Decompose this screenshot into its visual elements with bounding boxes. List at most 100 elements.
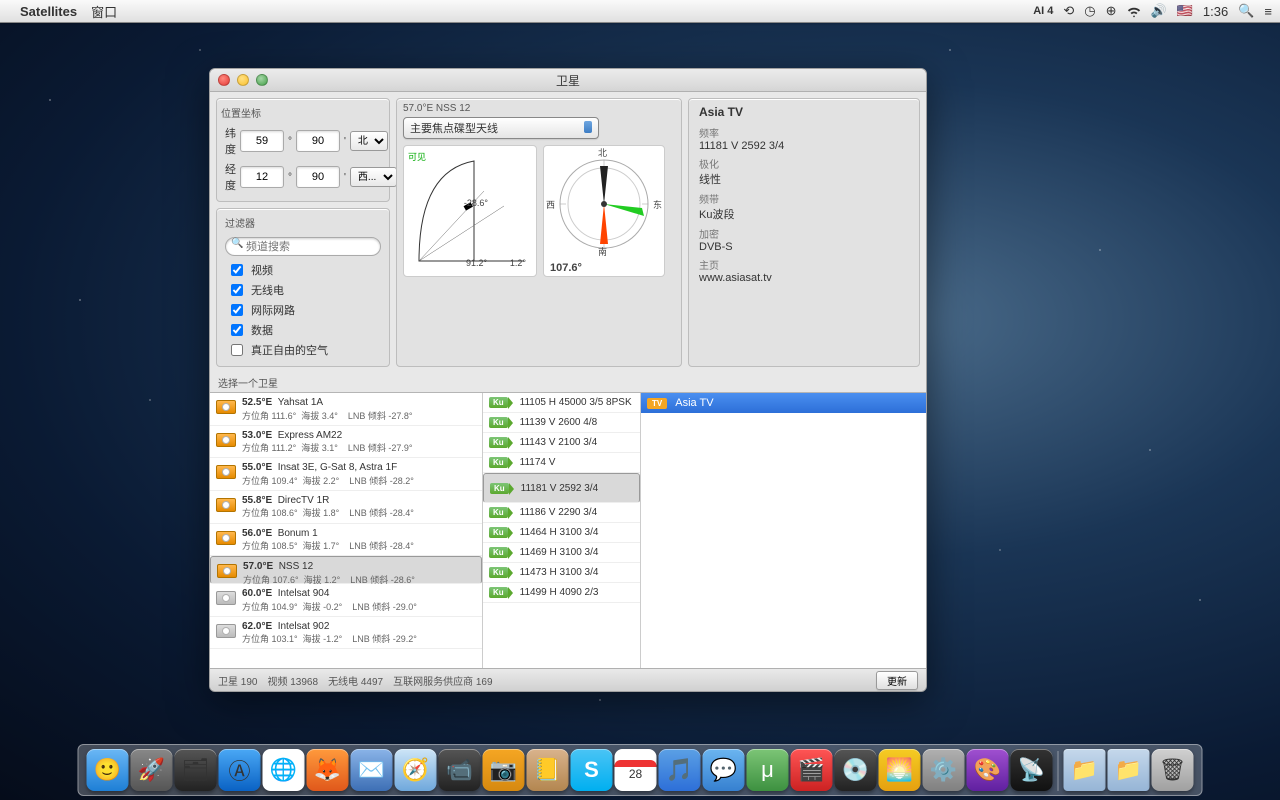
launchpad-icon[interactable]: 🚀 <box>131 749 173 791</box>
timemachine-icon[interactable]: ◷ <box>1084 3 1095 19</box>
transponder-row[interactable]: Ku11186 V 2290 3/4 <box>483 503 640 523</box>
satellite-row[interactable]: 55.0°E Insat 3E, G-Sat 8, Astra 1F方位角 10… <box>210 458 482 491</box>
satellite-row[interactable]: 52.5°E Yahsat 1A方位角 111.6° 海拔 3.4° LNB 倾… <box>210 393 482 426</box>
visibility-icon[interactable] <box>217 564 237 578</box>
satellites-app-icon[interactable]: 📡 <box>1011 749 1053 791</box>
chk-fta[interactable] <box>231 344 243 356</box>
filter-title: 过滤器 <box>225 215 389 230</box>
satellite-row[interactable]: 55.8°E DirecTV 1R方位角 108.6° 海拔 1.8° LNB … <box>210 491 482 524</box>
ku-badge-icon: Ku <box>489 547 508 558</box>
lon-dir[interactable]: 西... <box>350 167 397 187</box>
sat-header: 57.0°E NSS 12 <box>403 103 675 114</box>
window-title: 卫星 <box>556 72 580 89</box>
mission-control-icon[interactable]: 🗂 <box>175 749 217 791</box>
lon-max[interactable] <box>296 166 340 188</box>
channel-list[interactable]: TV Asia TV <box>641 393 926 668</box>
statusbar: 卫星 190 视频 13968 无线电 4497 互联网服务供应商 169 更新 <box>210 668 926 691</box>
ku-badge-icon: Ku <box>489 417 508 428</box>
facetime-icon[interactable]: 📹 <box>439 749 481 791</box>
visibility-icon[interactable] <box>216 465 236 479</box>
wifi-icon[interactable] <box>1127 3 1141 19</box>
finder-icon[interactable]: 🙂 <box>87 749 129 791</box>
visibility-icon[interactable] <box>216 591 236 605</box>
zoom-button[interactable] <box>256 74 268 86</box>
documents-folder-icon[interactable]: 📁 <box>1064 749 1106 791</box>
lon-input[interactable] <box>240 166 284 188</box>
update-button[interactable]: 更新 <box>876 671 918 690</box>
chk-data[interactable] <box>231 324 243 336</box>
satellite-row[interactable]: 53.0°E Express AM22方位角 111.2° 海拔 3.1° LN… <box>210 426 482 459</box>
search-input[interactable] <box>225 237 381 256</box>
spotlight-icon[interactable]: 🔍 <box>1238 3 1254 19</box>
app-name[interactable]: Satellites <box>20 4 77 19</box>
visibility-icon[interactable] <box>216 433 236 447</box>
visibility-icon[interactable] <box>216 498 236 512</box>
mail-icon[interactable]: ✉️ <box>351 749 393 791</box>
transponder-row[interactable]: Ku11139 V 2600 4/8 <box>483 413 640 433</box>
channel-name: Asia TV <box>675 397 713 409</box>
dock-separator <box>1058 751 1059 791</box>
volume-icon[interactable]: 🔊 <box>1151 3 1167 19</box>
info-title: Asia TV <box>699 105 909 119</box>
app-icon-3[interactable]: 🎨 <box>967 749 1009 791</box>
utorrent-icon[interactable]: μ <box>747 749 789 791</box>
chk-video[interactable] <box>231 264 243 276</box>
ku-badge-icon: Ku <box>489 527 508 538</box>
photobooth-icon[interactable]: 📷 <box>483 749 525 791</box>
app-icon-1[interactable]: 🎬 <box>791 749 833 791</box>
preferences-icon[interactable]: ⚙️ <box>923 749 965 791</box>
notification-icon[interactable]: ≡ <box>1264 4 1272 19</box>
transponder-row[interactable]: Ku11464 H 3100 3/4 <box>483 523 640 543</box>
clock[interactable]: 1:36 <box>1203 4 1228 19</box>
app-icon-2[interactable]: 💿 <box>835 749 877 791</box>
calendar-icon[interactable]: 28 <box>615 749 657 791</box>
menu-window[interactable]: 窗口 <box>91 2 117 21</box>
safari-icon[interactable]: 🧭 <box>395 749 437 791</box>
adobe-icon[interactable]: AI 4 <box>1033 5 1053 17</box>
transponder-row[interactable]: Ku11499 H 4090 2/3 <box>483 583 640 603</box>
close-button[interactable] <box>218 74 230 86</box>
flag-icon[interactable]: 🇺🇸 <box>1177 3 1193 19</box>
visibility-icon[interactable] <box>216 400 236 414</box>
sync-icon[interactable]: ⊕ <box>1106 3 1117 19</box>
messages-icon[interactable]: 💬 <box>703 749 745 791</box>
satellite-row[interactable]: 56.0°E Bonum 1方位角 108.5° 海拔 1.7° LNB 倾斜 … <box>210 524 482 557</box>
ku-badge-icon: Ku <box>489 587 508 598</box>
titlebar[interactable]: 卫星 <box>210 69 926 92</box>
appstore-icon[interactable]: Ⓐ <box>219 749 261 791</box>
transponder-row[interactable]: Ku11469 H 3100 3/4 <box>483 543 640 563</box>
ku-badge-icon: Ku <box>490 483 509 494</box>
visibility-icon[interactable] <box>216 624 236 638</box>
lat-dir[interactable]: 北 <box>350 131 388 151</box>
skype-icon[interactable]: S <box>571 749 613 791</box>
elevation-diagram: 可见 -28.6° 91.2° 1.2° <box>403 145 537 277</box>
downloads-folder-icon[interactable]: 📁 <box>1108 749 1150 791</box>
iphoto-icon[interactable]: 🌅 <box>879 749 921 791</box>
transponder-row[interactable]: Ku11473 H 3100 3/4 <box>483 563 640 583</box>
transponder-row[interactable]: Ku11143 V 2100 3/4 <box>483 433 640 453</box>
visibility-icon[interactable] <box>216 531 236 545</box>
firefox-icon[interactable]: 🦊 <box>307 749 349 791</box>
coords-title: 位置坐标 <box>221 105 387 120</box>
channel-row[interactable]: TV Asia TV <box>641 393 926 413</box>
satellite-row[interactable]: 60.0°E Intelsat 904方位角 104.9° 海拔 -0.2° L… <box>210 584 482 617</box>
transponder-row[interactable]: Ku11105 H 45000 3/5 8PSK <box>483 393 640 413</box>
itunes-icon[interactable]: 🎵 <box>659 749 701 791</box>
contacts-icon[interactable]: 📒 <box>527 749 569 791</box>
chrome-icon[interactable]: 🌐 <box>263 749 305 791</box>
transponder-list[interactable]: Ku11105 H 45000 3/5 8PSKKu11139 V 2600 4… <box>483 393 641 668</box>
transponder-row[interactable]: Ku11181 V 2592 3/4 <box>483 473 640 503</box>
lat-label: 纬度 <box>225 125 236 157</box>
minimize-button[interactable] <box>237 74 249 86</box>
lat-max[interactable] <box>296 130 340 152</box>
chk-radio[interactable] <box>231 284 243 296</box>
satellite-row[interactable]: 57.0°E NSS 12方位角 107.6° 海拔 1.2° LNB 倾斜 -… <box>210 556 482 584</box>
antenna-dropdown[interactable]: 主要焦点碟型天线 <box>403 117 599 139</box>
chk-internet[interactable] <box>231 304 243 316</box>
trash-icon[interactable]: 🗑 <box>1152 749 1194 791</box>
transponder-row[interactable]: Ku11174 V <box>483 453 640 473</box>
lat-input[interactable] <box>240 130 284 152</box>
dropbox-icon[interactable]: ⟲ <box>1063 3 1074 19</box>
satellite-list[interactable]: 52.5°E Yahsat 1A方位角 111.6° 海拔 3.4° LNB 倾… <box>210 393 483 668</box>
satellite-row[interactable]: 62.0°E Intelsat 902方位角 103.1° 海拔 -1.2° L… <box>210 617 482 650</box>
